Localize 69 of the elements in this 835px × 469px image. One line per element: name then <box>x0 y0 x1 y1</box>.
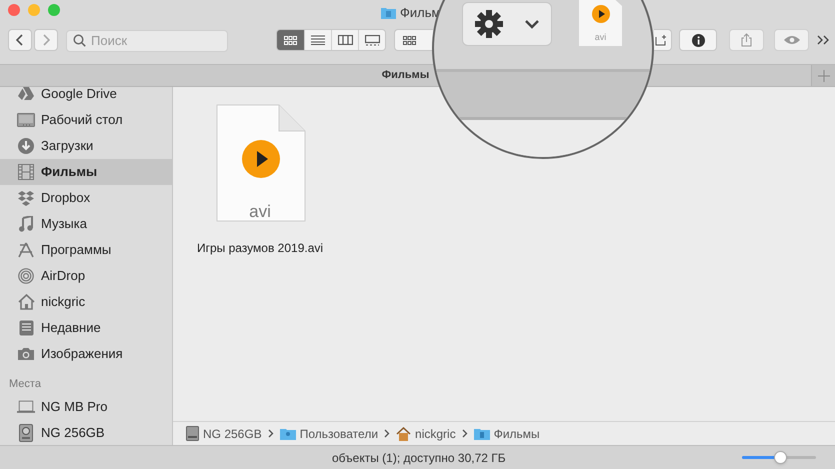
eye-icon <box>782 35 800 45</box>
music-note-icon <box>17 216 35 232</box>
chevron-icon <box>460 429 470 438</box>
search-icon <box>73 34 86 47</box>
back-button[interactable] <box>8 29 32 51</box>
list-icon <box>311 35 325 45</box>
sidebar-item[interactable]: Изображения <box>0 341 172 367</box>
download-icon <box>17 138 35 154</box>
sidebar-item[interactable]: Загрузки <box>0 133 172 159</box>
back-chevron-icon <box>16 34 24 46</box>
chevron-icon <box>524 19 540 29</box>
sidebar-item[interactable]: Фильмы <box>0 159 172 185</box>
sidebar-item[interactable]: Программы <box>0 237 172 263</box>
hard-drive-icon <box>17 424 35 442</box>
new-folder-button[interactable] <box>654 29 672 51</box>
path-item[interactable]: Фильмы <box>494 424 540 442</box>
grid-icon <box>403 36 416 44</box>
info-icon <box>692 34 704 46</box>
group-button[interactable] <box>394 29 433 51</box>
folder-icon <box>381 6 396 20</box>
hard-drive-icon <box>186 426 199 441</box>
sidebar-item[interactable]: Dropbox <box>0 185 172 211</box>
recent-documents-icon <box>17 320 35 336</box>
path-item[interactable]: nickgric <box>415 424 456 442</box>
double-chevron-icon <box>816 35 830 45</box>
settings-icon <box>474 9 504 39</box>
column-view-button[interactable] <box>331 30 358 50</box>
sidebar-item[interactable]: Google Drive <box>0 87 172 107</box>
path-item[interactable]: NG 256GB <box>203 424 262 442</box>
action-button[interactable] <box>462 2 552 46</box>
sidebar-item[interactable]: Недавние <box>0 315 172 341</box>
plus-icon <box>818 70 830 82</box>
folder-icon <box>474 427 490 440</box>
users-folder-icon <box>280 427 296 440</box>
home-icon <box>17 294 35 310</box>
gallery-view-button[interactable] <box>358 30 385 50</box>
chevron-icon <box>266 429 276 438</box>
view-mode-control[interactable] <box>276 29 386 51</box>
more-button[interactable] <box>816 33 830 47</box>
sidebar-item[interactable]: Музыка <box>0 211 172 237</box>
gallery-icon <box>364 34 380 46</box>
columns-icon <box>338 35 352 45</box>
sidebar-item[interactable]: AirDrop <box>0 263 172 289</box>
sidebar-item[interactable]: NG MB Pro <box>0 394 172 420</box>
file-name[interactable]: Игры разумов 2019.avi <box>196 239 324 257</box>
film-icon <box>17 164 35 180</box>
status-text: объекты (1); доступно 30,72 ГБ <box>332 450 506 466</box>
icon-view-button[interactable] <box>277 30 304 50</box>
sidebar-item[interactable]: NG 256GB <box>0 420 172 445</box>
section-header: Места <box>8 377 42 392</box>
slider-thumb[interactable] <box>774 451 788 464</box>
folder-plus-icon <box>655 34 667 46</box>
file-type-label: avi <box>248 201 272 223</box>
file-type-label: avi <box>594 32 608 42</box>
share-icon <box>741 33 752 47</box>
info-button[interactable] <box>679 29 717 51</box>
grid-icon <box>284 36 297 44</box>
laptop-icon <box>17 400 35 414</box>
airdrop-icon <box>17 268 35 284</box>
search-field[interactable]: Поиск <box>66 30 228 52</box>
sidebar-item[interactable]: Рабочий стол <box>0 107 172 133</box>
desktop-icon <box>17 113 35 127</box>
camera-icon <box>17 347 35 361</box>
zoom-slider[interactable] <box>742 451 816 464</box>
home-icon <box>396 426 412 440</box>
sidebar-item[interactable]: nickgric <box>0 289 172 315</box>
forward-chevron-icon <box>42 34 50 46</box>
list-view-button[interactable] <box>304 30 331 50</box>
path-item[interactable]: Пользователи <box>300 424 378 442</box>
